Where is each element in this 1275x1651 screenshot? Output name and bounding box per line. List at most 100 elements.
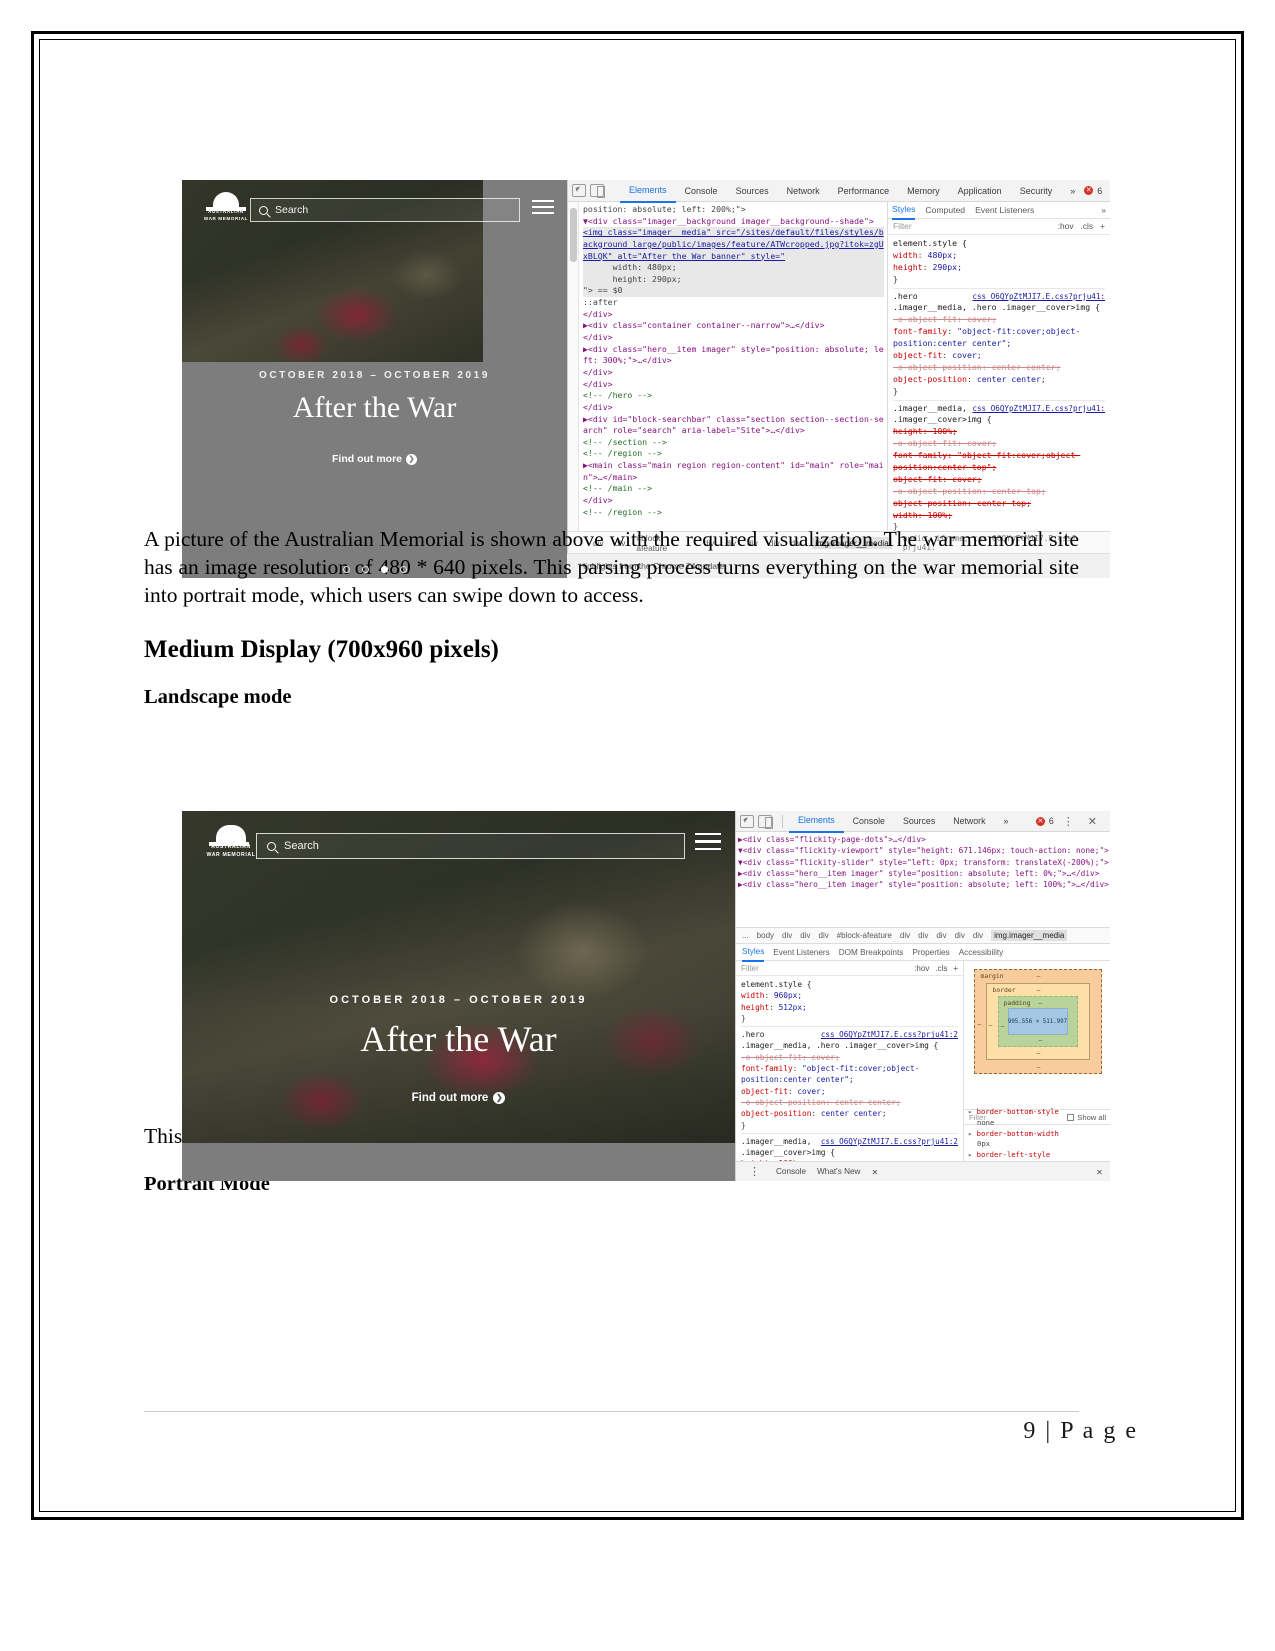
awm-logo-medium[interactable]: AUSTRALIAN WAR MEMORIAL — [202, 825, 260, 860]
box-margin-bottom-value[interactable]: – — [1037, 1063, 1041, 1071]
rule-source-link[interactable]: css O6QYpZtMJI7.E.css?prju41:2 — [821, 1029, 958, 1040]
search-placeholder: Search — [275, 204, 309, 216]
box-border-label: border — [992, 986, 1016, 994]
styles-pane-medium[interactable]: Filter :hov .cls + element.style { width… — [736, 961, 964, 1161]
styles-rules-medium: element.style { width: 960px; height: 51… — [736, 976, 963, 1161]
css-prop: font-family — [741, 1064, 793, 1074]
breadcrumb-item[interactable]: div — [782, 931, 792, 940]
carousel-dot[interactable] — [399, 566, 407, 573]
cls-toggle[interactable]: .cls — [1081, 220, 1094, 232]
styles-filter-input[interactable]: Filter — [741, 964, 759, 973]
box-padding-top-value[interactable]: – — [1039, 999, 1043, 1007]
carousel-dot[interactable] — [342, 566, 350, 573]
breadcrumb-item[interactable]: div — [955, 931, 965, 940]
box-border-left-value[interactable]: – — [989, 1021, 993, 1029]
carousel-dots-small[interactable] — [182, 558, 567, 577]
carousel-dot-active[interactable] — [380, 566, 388, 573]
browser-viewport-medium: AUSTRALIAN WAR MEMORIAL Search OCTOBER 2… — [182, 811, 735, 1181]
tab-console[interactable]: Console — [844, 811, 894, 832]
awm-logo-small[interactable]: AUSTRALIAN WAR MEMORIAL — [201, 192, 251, 230]
screenshot-medium-display-landscape: AUSTRALIAN WAR MEMORIAL Search OCTOBER 2… — [182, 811, 1110, 1181]
find-out-more-button-small[interactable]: Find out more ❯ — [182, 453, 567, 465]
computed-properties-list[interactable]: ▸ border-bottom-style none ▸ border-bott… — [964, 1105, 1110, 1161]
error-badge-small[interactable]: ✕ 6 ⋮ — [1084, 184, 1110, 197]
error-badge-medium[interactable]: ✕ 6 ⋮ ✕ — [1035, 815, 1106, 828]
css-prop: -o-object-fit — [741, 1052, 803, 1062]
tab-accessibility[interactable]: Accessibility — [959, 948, 1004, 957]
devtools-tabbar-medium: Elements Console Sources Network » ✕ 6 ⋮… — [736, 811, 1110, 833]
hamburger-menu-icon-medium[interactable] — [695, 833, 721, 855]
devtools-close-icon[interactable]: ✕ — [1083, 815, 1102, 828]
css-prop: -o-object-position — [741, 1097, 826, 1107]
breadcrumb-item[interactable]: div — [973, 931, 983, 940]
box-margin-left-value[interactable]: – — [978, 1020, 982, 1028]
breadcrumb-item[interactable]: body — [757, 931, 774, 940]
hero-title: After the War — [360, 1019, 557, 1059]
styles-overflow-icon[interactable]: » — [1101, 204, 1106, 216]
error-count: 6 — [1048, 816, 1054, 826]
breadcrumb-item[interactable]: ... — [742, 931, 749, 940]
drawer-tab-console[interactable]: Console — [776, 1167, 806, 1176]
tab-network[interactable]: Network — [944, 811, 994, 832]
breadcrumb-item[interactable]: div — [936, 931, 946, 940]
breadcrumb-item[interactable]: #block-afeature — [837, 931, 892, 940]
cls-toggle[interactable]: .cls — [935, 964, 947, 973]
new-style-rule-icon[interactable]: + — [1100, 220, 1105, 232]
box-content-size[interactable]: 905.556 × 511.997 — [1007, 1008, 1068, 1035]
breadcrumb-item[interactable]: div — [800, 931, 810, 940]
dom-tree-medium[interactable]: ▶<div class="flickity-page-dots">…</div>… — [736, 832, 1110, 927]
carousel-dot[interactable] — [361, 566, 369, 573]
dom-line: ▶<div class="hero__item imager" style="p… — [738, 868, 1100, 878]
arrow-right-icon: ❯ — [406, 454, 417, 465]
breadcrumb-item[interactable]: div — [819, 931, 829, 940]
inspect-element-icon[interactable] — [740, 814, 754, 828]
tabs-overflow-icon[interactable]: » — [995, 811, 1018, 832]
tab-event-listeners[interactable]: Event Listeners — [773, 948, 829, 957]
css-prop: object-fit — [741, 1086, 788, 1096]
box-padding-bottom-value[interactable]: – — [1039, 1036, 1043, 1044]
rule-source-link[interactable]: css O6QYpZtMJI7.E.css?prju41:2 — [821, 1136, 958, 1147]
dom-line: ▼<div class="flickity-slider" style="lef… — [738, 857, 1109, 867]
page-border-outer: AUSTRALIAN WAR MEMORIAL Search OCTOBER 2… — [31, 31, 1244, 1520]
drawer-dismiss-icon[interactable]: ✕ — [1096, 1167, 1103, 1177]
hamburger-menu-icon-small[interactable] — [532, 200, 554, 218]
drawer-tab-whats-new[interactable]: What's New — [817, 1167, 860, 1176]
find-out-more-button-medium[interactable]: Find out more ❯ — [182, 1092, 735, 1104]
hov-toggle[interactable]: :hov — [914, 964, 929, 973]
devtools-panel-medium: Elements Console Sources Network » ✕ 6 ⋮… — [735, 811, 1110, 1181]
search-input-medium[interactable]: Search — [256, 833, 685, 859]
tab-dom-breakpoints[interactable]: DOM Breakpoints — [839, 948, 904, 957]
devtools-kebab-icon[interactable]: ⋮ — [1058, 815, 1079, 828]
arrow-right-icon: ❯ — [493, 1092, 506, 1104]
tab-styles[interactable]: Styles — [742, 943, 765, 962]
drawer-kebab-icon[interactable]: ⋮ — [744, 1165, 765, 1178]
hero-caption-small: OCTOBER 2018 – OCTOBER 2019 After the Wa… — [182, 370, 567, 465]
css-decl-struck: -o-object-position: center center; — [741, 1097, 901, 1107]
tab-elements[interactable]: Elements — [789, 811, 844, 833]
heading-medium-display: Medium Display (700x960 pixels) — [144, 635, 499, 663]
dom-line: ▼<div class="flickity-viewport" style="h… — [738, 846, 1109, 856]
css-prop: width — [741, 991, 765, 1001]
box-border-bottom-value[interactable]: – — [1037, 1049, 1041, 1057]
breadcrumb-item[interactable]: div — [900, 931, 910, 940]
search-icon — [259, 205, 268, 215]
device-toolbar-icon[interactable] — [758, 814, 773, 829]
box-border-top-value[interactable]: – — [1037, 986, 1041, 994]
hero-title: After the War — [292, 391, 457, 424]
new-style-rule-icon[interactable]: + — [953, 964, 958, 973]
cta-label: Find out more — [411, 1092, 489, 1104]
css-value: center center; — [820, 1109, 887, 1119]
css-value: center center; — [834, 1097, 901, 1107]
tab-sources[interactable]: Sources — [894, 811, 944, 832]
css-value: cover; — [811, 1052, 840, 1062]
breadcrumb-item[interactable]: div — [918, 931, 928, 940]
search-input-small[interactable]: Search — [250, 198, 520, 222]
page-number: 9 | P a g e — [1023, 1418, 1138, 1444]
breadcrumb-item-current[interactable]: img.imager__media — [991, 930, 1068, 941]
box-margin-top-value[interactable]: – — [1037, 972, 1041, 980]
devtools-kebab-icon[interactable]: ⋮ — [1106, 184, 1110, 197]
tab-properties[interactable]: Properties — [912, 948, 949, 957]
box-padding-left-value[interactable]: – — [1001, 1022, 1005, 1030]
dom-breadcrumbs-medium[interactable]: ... body div div div #block-afeature div… — [736, 927, 1110, 944]
drawer-close-icon[interactable]: ✕ — [871, 1167, 878, 1177]
